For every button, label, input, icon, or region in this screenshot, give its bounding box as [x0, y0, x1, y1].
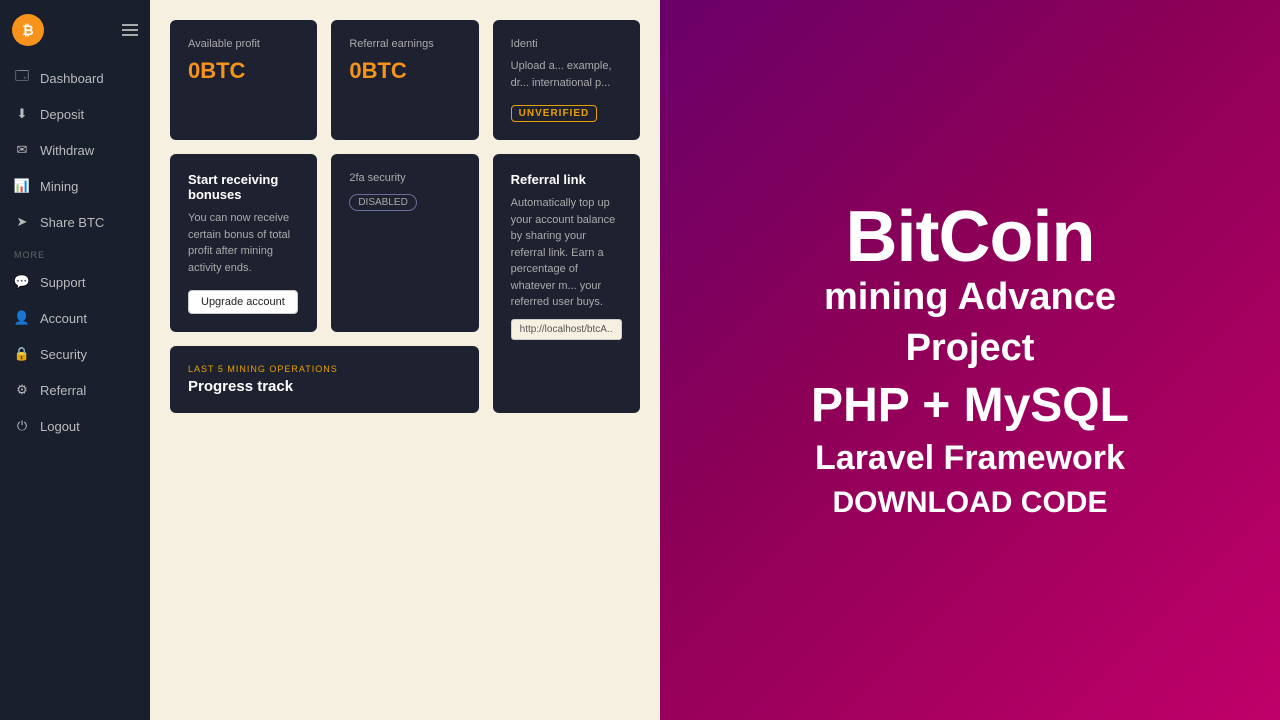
bitcoin-logo-icon: ₿: [12, 14, 44, 46]
sidebar-item-label: Mining: [40, 179, 78, 194]
sidebar-item-label: Referral: [40, 383, 86, 398]
bonuses-desc: You can now receive certain bonus of tot…: [188, 210, 299, 276]
hamburger-menu[interactable]: [122, 24, 138, 36]
sidebar-item-label: Logout: [40, 419, 80, 434]
security-2fa-title: 2fa security: [349, 172, 460, 184]
dashboard-icon: 🗔: [14, 70, 30, 86]
promo-panel: BitCoin mining Advance Project PHP + MyS…: [660, 0, 1280, 720]
sidebar: ₿ 🗔 Dashboard ⬇ Deposit ✉ Withdraw 📊 Min…: [0, 0, 150, 720]
identity-title: Identi: [511, 38, 622, 50]
support-icon: 💬: [14, 274, 30, 290]
sidebar-item-referral[interactable]: ⚙ Referral: [0, 372, 150, 408]
promo-line1: BitCoin: [811, 200, 1129, 276]
security-icon: 🔒: [14, 346, 30, 362]
referral-link-card: Referral link Automatically top up your …: [493, 154, 640, 413]
bonuses-title: Start receiving bonuses: [188, 172, 299, 202]
sidebar-item-label: Support: [40, 275, 86, 290]
cards-grid: Available profit 0BTC Referral earnings …: [170, 20, 640, 413]
sidebar-item-label: Deposit: [40, 107, 84, 122]
mining-icon: 📊: [14, 178, 30, 194]
sidebar-item-logout[interactable]: ⏻ Logout: [0, 408, 150, 444]
sidebar-item-share-btc[interactable]: ➤ Share BTC: [0, 204, 150, 240]
sidebar-item-label: Account: [40, 311, 87, 326]
identity-desc: Upload a... example, dr... international…: [511, 58, 622, 91]
referral-earnings-card: Referral earnings 0BTC: [331, 20, 478, 140]
upgrade-account-button[interactable]: Upgrade account: [188, 290, 298, 314]
unverified-badge: UNVERIFIED: [511, 105, 598, 122]
mining-ops-card: LAST 5 MINING OPERATIONS Progress track: [170, 346, 479, 413]
sidebar-item-account[interactable]: 👤 Account: [0, 300, 150, 336]
referral-earnings-value: 0BTC: [349, 58, 460, 84]
sidebar-item-deposit[interactable]: ⬇ Deposit: [0, 96, 150, 132]
referral-link-input[interactable]: [511, 319, 622, 340]
referral-earnings-label: Referral earnings: [349, 38, 460, 50]
deposit-icon: ⬇: [14, 106, 30, 122]
mining-ops-sublabel: LAST 5 MINING OPERATIONS: [188, 364, 461, 374]
sidebar-item-support[interactable]: 💬 Support: [0, 264, 150, 300]
withdraw-icon: ✉: [14, 142, 30, 158]
mining-ops-title: Progress track: [188, 378, 461, 395]
available-profit-card: Available profit 0BTC: [170, 20, 317, 140]
bonuses-card: Start receiving bonuses You can now rece…: [170, 154, 317, 332]
nav-more: 💬 Support 👤 Account 🔒 Security ⚙ Referra…: [0, 264, 150, 444]
sidebar-item-dashboard[interactable]: 🗔 Dashboard: [0, 60, 150, 96]
main-content: Available profit 0BTC Referral earnings …: [150, 0, 660, 720]
available-profit-value: 0BTC: [188, 58, 299, 84]
account-icon: 👤: [14, 310, 30, 326]
promo-content: BitCoin mining Advance Project PHP + MyS…: [811, 200, 1129, 520]
logout-icon: ⏻: [14, 418, 30, 434]
more-section-label: MORE: [0, 240, 150, 264]
referral-icon: ⚙: [14, 382, 30, 398]
available-profit-label: Available profit: [188, 38, 299, 50]
nav-main: 🗔 Dashboard ⬇ Deposit ✉ Withdraw 📊 Minin…: [0, 60, 150, 240]
referral-link-desc: Automatically top up your account balanc…: [511, 195, 622, 311]
disabled-badge: DISABLED: [349, 194, 416, 211]
promo-line6: DOWNLOAD CODE: [811, 486, 1129, 520]
promo-line4: PHP + MySQL: [811, 378, 1129, 433]
sidebar-item-security[interactable]: 🔒 Security: [0, 336, 150, 372]
security-2fa-card: 2fa security DISABLED: [331, 154, 478, 332]
sidebar-item-withdraw[interactable]: ✉ Withdraw: [0, 132, 150, 168]
sidebar-logo: ₿: [0, 0, 150, 60]
sidebar-item-label: Dashboard: [40, 71, 104, 86]
referral-link-title: Referral link: [511, 172, 622, 187]
sidebar-item-mining[interactable]: 📊 Mining: [0, 168, 150, 204]
promo-line3: Project: [811, 327, 1129, 370]
sidebar-item-label: Security: [40, 347, 87, 362]
promo-line5: Laravel Framework: [811, 439, 1129, 478]
promo-line2: mining Advance: [811, 276, 1129, 319]
sidebar-item-label: Withdraw: [40, 143, 94, 158]
sidebar-item-label: Share BTC: [40, 215, 104, 230]
share-btc-icon: ➤: [14, 214, 30, 230]
identity-card: Identi Upload a... example, dr... intern…: [493, 20, 640, 140]
